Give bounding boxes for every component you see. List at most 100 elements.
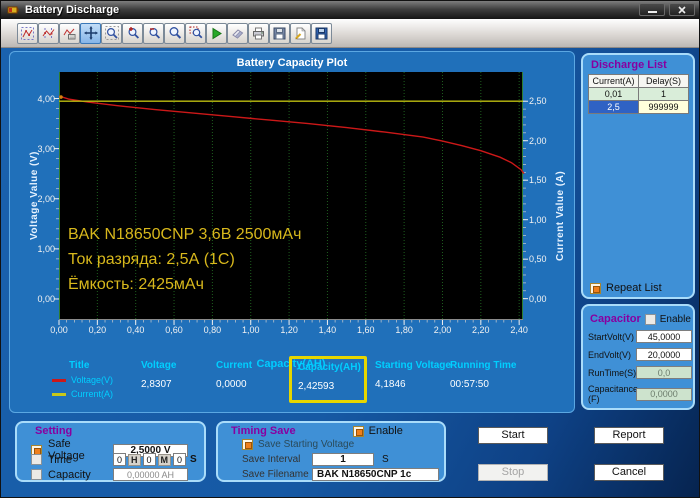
endvolt-label: EndVolt(V) xyxy=(588,349,632,360)
save-data-button[interactable] xyxy=(311,22,332,44)
zoom-region-button[interactable] xyxy=(185,22,206,44)
save-button[interactable] xyxy=(269,22,290,44)
tick-x-label: 1,00 xyxy=(241,325,260,335)
report-new-icon xyxy=(295,26,306,39)
curve-nodes-button[interactable] xyxy=(38,22,59,44)
plot-area[interactable]: BAK N18650CNP 3,6В 2500мАч Ток разряда: 2… xyxy=(37,72,547,335)
chart-panel: Battery Capacity Plot BAK N18650CNP 3,6В… xyxy=(9,51,575,413)
report-new-button[interactable] xyxy=(290,22,311,44)
discharge-list-title: Discharge List xyxy=(591,59,667,71)
voltage-swatch xyxy=(52,378,66,382)
startvolt-input[interactable] xyxy=(636,330,692,343)
save-interval-unit: S xyxy=(382,454,389,465)
save-filename-label: Save Filename xyxy=(242,469,309,480)
capacitor-enable-checkbox[interactable] xyxy=(644,313,656,325)
minutes-unit-chip: M xyxy=(157,453,171,466)
capacitor-title: Capacitor xyxy=(590,313,641,325)
current-swatch xyxy=(52,392,66,396)
window-title: Battery Discharge xyxy=(25,4,120,16)
discharge-cell[interactable]: 0,01 xyxy=(588,87,639,101)
legend-title: Title xyxy=(69,360,90,371)
minimize-button[interactable] xyxy=(639,3,665,16)
chart-title: Battery Capacity Plot xyxy=(236,57,348,69)
tick-x-label: 2,40 xyxy=(510,325,528,335)
timing-save-title: Timing Save xyxy=(231,425,296,437)
time-row: Time H M S xyxy=(31,453,197,466)
chart-annotation-line: BAK N18650CNP 3,6В 2500мАч xyxy=(68,226,302,243)
tick-x-label: 1,80 xyxy=(395,325,413,335)
capacity-checkbox[interactable] xyxy=(31,469,42,480)
setting-panel: Setting Safe Voltage Time H M S Capacity xyxy=(15,421,206,482)
startvolt-label: StartVolt(V) xyxy=(588,331,635,342)
tick-l-label: 4,00 xyxy=(37,93,55,104)
erase-button[interactable] xyxy=(227,22,248,44)
repeat-list-checkbox[interactable] xyxy=(590,282,601,294)
title-bar[interactable]: Battery Discharge xyxy=(1,1,699,19)
minimize-icon xyxy=(647,10,657,13)
zoom-out-button[interactable] xyxy=(143,22,164,44)
legend: Title Voltage(V) Current(A) xyxy=(52,360,147,399)
time-minutes-input[interactable] xyxy=(142,453,156,466)
zoom-dynamic-button[interactable] xyxy=(101,22,122,44)
save-interval-input[interactable] xyxy=(312,453,374,466)
save-starting-voltage-row: Save Starting Voltage xyxy=(242,439,354,450)
zoom-region-icon xyxy=(189,26,202,39)
discharge-cell[interactable]: 999999 xyxy=(638,100,689,114)
right-axis-title: Current Value (A) xyxy=(555,170,566,262)
cancel-button[interactable]: Cancel xyxy=(594,464,664,481)
discharge-row[interactable]: 2,5 999999 xyxy=(588,100,689,114)
discharge-row[interactable]: 0,01 1 xyxy=(588,87,689,101)
tick-x-label: 1,60 xyxy=(357,325,375,335)
zoom-in-icon xyxy=(127,27,139,39)
seconds-unit-label: S xyxy=(190,454,197,465)
time-seconds-input[interactable] xyxy=(173,453,186,466)
save-starting-voltage-checkbox[interactable] xyxy=(242,439,253,450)
stat-running-time-label: Running Time xyxy=(450,360,517,371)
curve-edit-button[interactable] xyxy=(17,22,38,44)
pan-icon xyxy=(83,26,98,40)
timing-save-enable-checkbox[interactable] xyxy=(352,425,364,437)
capacity-input[interactable] xyxy=(113,468,188,481)
stat-running-time-value: 00:57:50 xyxy=(450,379,489,390)
start-button[interactable]: Start xyxy=(478,427,548,444)
tick-x-label: 0,40 xyxy=(126,325,145,335)
zoom-window-button[interactable] xyxy=(164,22,185,44)
print-button[interactable] xyxy=(248,22,269,44)
run-button[interactable] xyxy=(206,22,227,44)
legend-current-label: Current(A) xyxy=(71,389,114,399)
zoom-in-button[interactable] xyxy=(122,22,143,44)
curve-nodes-icon xyxy=(42,27,55,39)
stat-capacity-value: 2,42593 xyxy=(298,381,335,392)
tick-x-label: 1,40 xyxy=(318,325,337,335)
tick-x-label: 0,80 xyxy=(203,325,222,335)
save-filename-input[interactable] xyxy=(312,468,439,481)
tick-x-label: 0,60 xyxy=(165,325,183,335)
repeat-list-row: Repeat List xyxy=(590,282,662,294)
save-filename-row: Save Filename xyxy=(242,468,439,481)
time-checkbox[interactable] xyxy=(31,454,42,465)
discharge-cell[interactable]: 2,5 xyxy=(588,100,639,114)
legend-voltage-label: Voltage(V) xyxy=(71,375,114,385)
report-button[interactable]: Report xyxy=(594,427,664,444)
time-hours-input[interactable] xyxy=(113,453,126,466)
capacitance-label: Capacitance (F) xyxy=(588,384,639,404)
close-button[interactable] xyxy=(669,3,695,16)
legend-item-current: Current(A) xyxy=(52,389,147,399)
pan-button[interactable] xyxy=(80,22,101,44)
curve-legend-button[interactable] xyxy=(59,22,80,44)
capacitor-panel: Capacitor Enable StartVolt(V) EndVolt(V)… xyxy=(581,304,695,410)
chart-annotation-line: Ток разряда: 2,5А (1С) xyxy=(68,251,235,268)
battery-discharge-window: Battery Discharge Battery Capacity Plot … xyxy=(0,0,700,498)
time-label: Time xyxy=(48,453,73,466)
zoom-dynamic-icon xyxy=(104,26,119,40)
timing-save-panel: Timing Save Enable Save Starting Voltage… xyxy=(216,421,446,482)
toolbar xyxy=(1,19,699,48)
capacity-label: Capacity xyxy=(48,468,91,481)
save-icon xyxy=(273,27,286,39)
endvolt-input[interactable] xyxy=(636,348,692,361)
stop-button[interactable]: Stop xyxy=(478,464,548,481)
discharge-table[interactable]: Current(A) Delay(S) 0,01 1 2,5 999999 xyxy=(588,74,689,114)
discharge-cell[interactable]: 1 xyxy=(638,87,689,101)
curve-edit-icon xyxy=(21,26,34,40)
stats-row: Title Voltage(V) Current(A) Voltage 2,83… xyxy=(10,356,576,409)
